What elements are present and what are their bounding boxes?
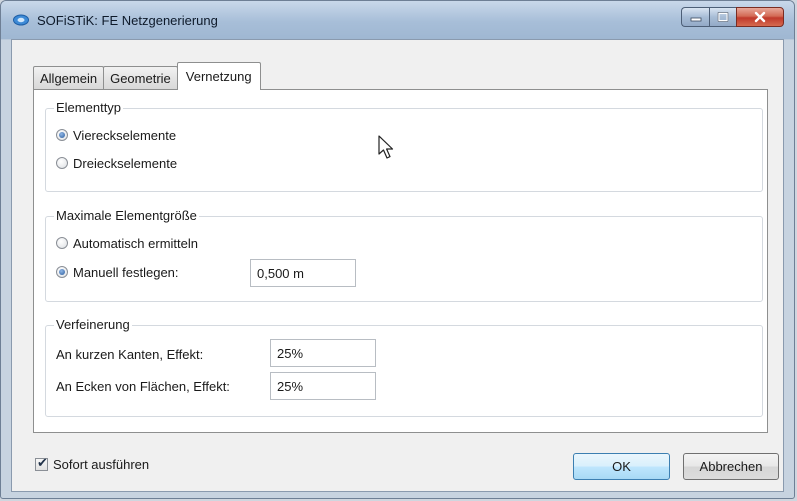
tab-vernetzung[interactable]: Vernetzung <box>176 62 261 90</box>
radio-viereckselemente[interactable]: Viereckselemente <box>56 126 176 144</box>
corners-input[interactable] <box>270 372 376 400</box>
window-title: SOFiSTiK: FE Netzgenerierung <box>37 13 218 28</box>
maximize-icon <box>717 12 729 22</box>
sofort-ausfuehren-label: Sofort ausführen <box>53 457 150 472</box>
dialog-window: SOFiSTiK: FE Netzgenerierung Allgemein G… <box>0 0 795 499</box>
radio-dreieckselemente[interactable]: Dreieckselemente <box>56 154 177 172</box>
radio-automatisch[interactable]: Automatisch ermitteln <box>56 234 198 252</box>
verfeinerung-title: Verfeinerung <box>54 317 132 333</box>
max-element-size-group: Maximale Elementgröße Automatisch ermitt… <box>45 208 763 302</box>
short-edges-label: An kurzen Kanten, Effekt: <box>56 347 204 362</box>
automatisch-label: Automatisch ermitteln <box>73 235 198 251</box>
minimize-button[interactable] <box>681 7 709 27</box>
cancel-button[interactable]: Abbrechen <box>683 453 779 480</box>
corners-label: An Ecken von Flächen, Effekt: <box>56 379 230 394</box>
tab-geometrie[interactable]: Geometrie <box>103 66 178 90</box>
radio-button[interactable] <box>56 157 68 169</box>
max-element-size-title: Maximale Elementgröße <box>54 208 199 224</box>
viereckselemente-label: Viereckselemente <box>73 127 177 143</box>
dreieckselemente-label: Dreieckselemente <box>73 155 178 171</box>
radio-manuell[interactable]: Manuell festlegen: <box>56 263 179 281</box>
radio-button[interactable] <box>56 237 68 249</box>
elementtyp-title: Elementtyp <box>54 100 124 116</box>
minimize-icon <box>690 17 701 22</box>
dialog-client-area: Allgemein Geometrie Vernetzung Elementty… <box>11 39 784 492</box>
sofort-ausfuehren-checkbox-row[interactable]: ✔ Sofort ausführen <box>35 455 150 472</box>
sofistik-app-icon <box>13 13 29 27</box>
radio-button-checked[interactable] <box>56 266 68 278</box>
tab-allgemein[interactable]: Allgemein <box>33 66 105 90</box>
max-size-input[interactable] <box>250 259 356 287</box>
mouse-cursor-icon <box>378 135 394 159</box>
maximize-button[interactable] <box>709 7 736 27</box>
tab-strip: Allgemein Geometrie Vernetzung <box>33 62 261 90</box>
verfeinerung-group: Verfeinerung An kurzen Kanten, Effekt: A… <box>45 317 763 417</box>
short-edges-input[interactable] <box>270 339 376 367</box>
close-icon <box>754 11 766 23</box>
ok-button[interactable]: OK <box>573 453 670 480</box>
checkmark-icon: ✔ <box>37 455 48 470</box>
vernetzung-panel: Elementtyp Viereckselemente Dreieckselem… <box>33 89 768 433</box>
radio-button-checked[interactable] <box>56 129 68 141</box>
elementtyp-group: Elementtyp Viereckselemente Dreieckselem… <box>45 100 763 192</box>
sofort-ausfuehren-checkbox[interactable]: ✔ <box>35 455 48 471</box>
close-button[interactable] <box>736 7 784 27</box>
title-bar[interactable]: SOFiSTiK: FE Netzgenerierung <box>1 1 794 39</box>
manuell-label: Manuell festlegen: <box>73 264 179 280</box>
caption-buttons <box>681 7 784 27</box>
